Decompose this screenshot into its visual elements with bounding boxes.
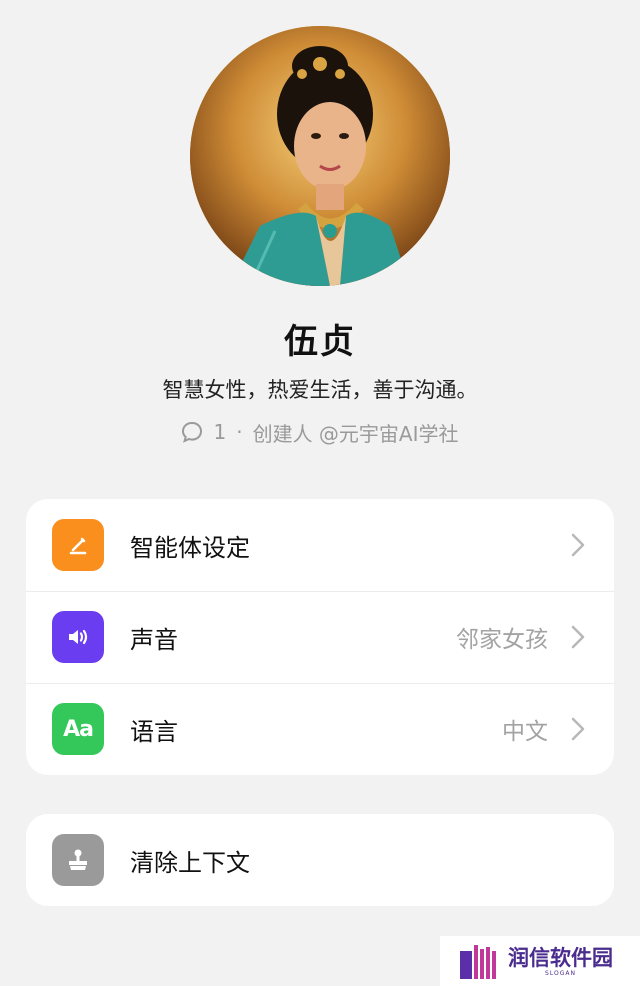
chevron-right-icon: [571, 625, 585, 649]
chat-bubble-icon: [181, 421, 203, 443]
agent-meta: 1 · 创建人 @元宇宙AI学社: [0, 418, 640, 446]
agent-avatar[interactable]: [190, 26, 450, 286]
watermark-bars-icon: [460, 945, 496, 979]
voice-value: 邻家女孩: [456, 627, 548, 653]
edit-pen-icon: [52, 519, 104, 571]
watermark-logo: 润信软件园 SLOGAN: [440, 936, 640, 986]
meta-separator: ·: [236, 420, 243, 444]
avatar-portrait: [190, 26, 450, 286]
chevron-right-icon: [571, 717, 585, 741]
settings-row-label: 智能体设定: [130, 533, 250, 562]
settings-row-label: 语言: [130, 717, 178, 746]
chat-count: 1: [213, 420, 227, 444]
settings-row-language[interactable]: Aa 语言 中文: [26, 683, 614, 775]
language-aa-icon: Aa: [52, 703, 104, 755]
language-aa-text: Aa: [63, 716, 94, 742]
broom-icon: [52, 834, 104, 886]
agent-bio: 智慧女性，热爱生活，善于沟通。: [162, 378, 478, 402]
clear-context-card: 清除上下文: [26, 814, 614, 906]
agent-name: 伍贞: [284, 322, 356, 362]
creator-link[interactable]: 创建人 @元宇宙AI学社: [253, 418, 459, 447]
watermark-name: 润信软件园: [508, 945, 613, 970]
watermark-slogan: SLOGAN: [545, 969, 576, 977]
settings-row-agent-config[interactable]: 智能体设定: [26, 499, 614, 591]
speaker-icon: [52, 611, 104, 663]
settings-row-voice[interactable]: 声音 邻家女孩: [26, 591, 614, 683]
chevron-right-icon: [571, 533, 585, 557]
settings-row-label: 声音: [130, 625, 178, 654]
clear-context-label: 清除上下文: [130, 848, 250, 877]
language-value: 中文: [502, 719, 548, 745]
settings-card: 智能体设定 声音 邻家女孩 Aa 语言 中文: [26, 499, 614, 775]
clear-context-button[interactable]: 清除上下文: [26, 814, 614, 906]
